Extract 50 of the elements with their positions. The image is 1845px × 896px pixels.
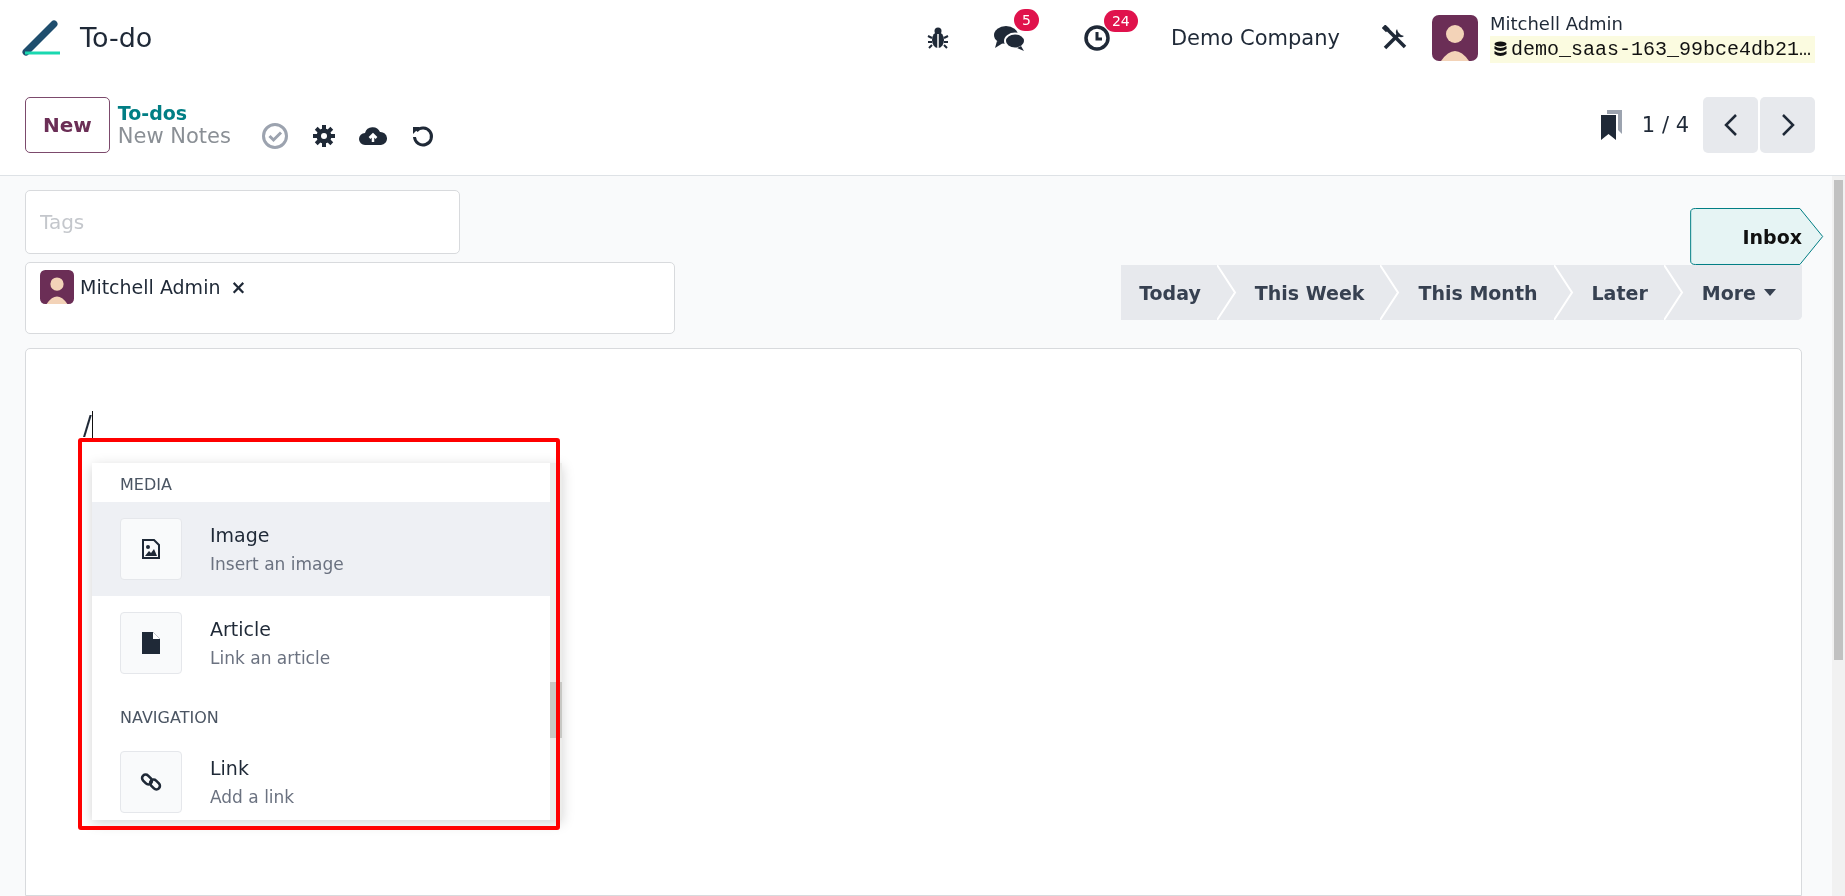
tags-field[interactable]: Tags bbox=[25, 190, 460, 254]
scrollbar[interactable] bbox=[1832, 176, 1845, 896]
image-icon bbox=[142, 539, 160, 559]
item-description: Link an article bbox=[210, 648, 331, 668]
menu-item[interactable]: Article Link an article bbox=[92, 596, 550, 690]
chevron-right-icon bbox=[1780, 113, 1795, 137]
cloud-upload-icon[interactable] bbox=[358, 125, 387, 147]
item-title: Link bbox=[210, 757, 250, 779]
chevron-divider bbox=[1216, 265, 1237, 320]
app-title: To-do bbox=[80, 22, 153, 53]
company-switcher[interactable]: Demo Company bbox=[1170, 25, 1340, 50]
database-label: demo_saas-163_99bce4db21… bbox=[1489, 35, 1815, 63]
database-icon bbox=[1493, 41, 1507, 57]
chevron-left-icon bbox=[1723, 113, 1738, 137]
group-heading: NAVIGATION bbox=[119, 707, 220, 729]
chevron-divider bbox=[1380, 265, 1401, 320]
app-logo-icon[interactable] bbox=[22, 19, 62, 56]
breadcrumb-link[interactable]: To-dos bbox=[117, 102, 231, 124]
group-heading: MEDIA bbox=[119, 474, 173, 496]
settings-icon[interactable] bbox=[312, 125, 335, 147]
link-icon bbox=[140, 771, 162, 793]
notification-badge: 5 bbox=[1013, 8, 1039, 31]
assignees-field[interactable]: Mitchell Admin × bbox=[25, 262, 675, 334]
menu-item[interactable]: Image Insert an image bbox=[92, 502, 550, 596]
caret-icon bbox=[1764, 289, 1776, 296]
item-title: Image bbox=[210, 524, 271, 546]
new-button[interactable]: New bbox=[25, 97, 110, 153]
breadcrumb-current: New Notes bbox=[117, 124, 231, 148]
document-icon bbox=[142, 632, 160, 654]
user-avatar[interactable] bbox=[1431, 14, 1478, 61]
pager-value[interactable]: 1 / 4 bbox=[1641, 113, 1689, 137]
editor-text: / bbox=[83, 411, 93, 441]
clock-icon[interactable] bbox=[1082, 23, 1111, 52]
editor-card[interactable]: / MEDIA Image Insert an image Article Link an article NAVIGATION Link Add a link bbox=[25, 348, 1802, 896]
stage-button[interactable]: Inbox bbox=[1690, 208, 1824, 265]
assignee-name: Mitchell Admin bbox=[80, 276, 221, 298]
item-description: Add a link bbox=[210, 787, 295, 807]
item-title: Article bbox=[210, 618, 272, 640]
user-name[interactable]: Mitchell Admin bbox=[1489, 12, 1815, 34]
tools-icon[interactable] bbox=[1381, 24, 1408, 51]
check-circle-icon[interactable] bbox=[260, 122, 289, 150]
menu-item[interactable]: Link Add a link bbox=[92, 735, 550, 829]
notification-badge: 24 bbox=[1103, 9, 1138, 32]
chevron-divider bbox=[1553, 265, 1574, 320]
undo-icon[interactable] bbox=[410, 124, 435, 148]
chevron-divider bbox=[1663, 265, 1684, 320]
avatar-icon bbox=[40, 270, 74, 304]
remove-button[interactable]: × bbox=[226, 276, 251, 298]
item-description: Insert an image bbox=[210, 554, 344, 574]
bug-icon[interactable] bbox=[926, 25, 949, 50]
